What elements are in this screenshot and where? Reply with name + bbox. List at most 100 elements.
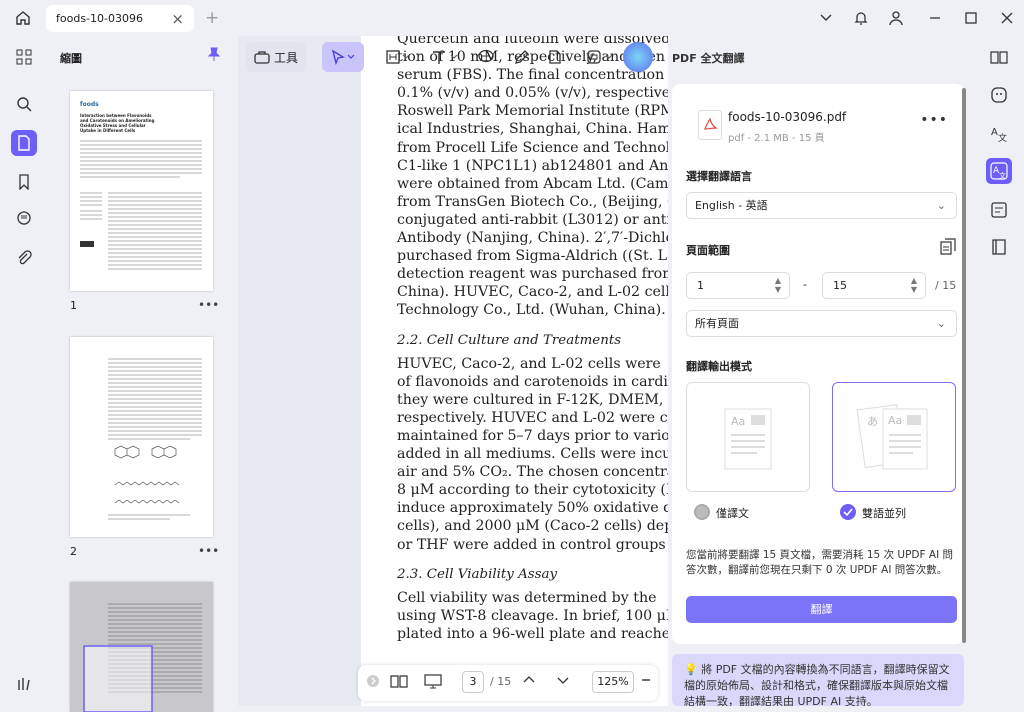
document-view[interactable]: Quercetin and luteolin were dissolved in…: [238, 36, 668, 706]
close-window-icon[interactable]: [997, 8, 1017, 28]
page-scope-select[interactable]: 所有頁面 ⌄: [686, 310, 957, 337]
new-tab-icon[interactable]: +: [205, 8, 219, 28]
close-tab-icon[interactable]: ×: [171, 10, 184, 28]
cursor-icon: [331, 49, 355, 65]
text-line: from TransGen Biotech Co., (Beijing, Chi…: [397, 193, 668, 210]
comment-tool-icon[interactable]: [474, 42, 498, 72]
thumbnail-more-icon[interactable]: •••: [198, 544, 219, 558]
minimize-icon[interactable]: [925, 8, 945, 28]
bilingual-radio[interactable]: [840, 504, 856, 520]
pen-icon[interactable]: [510, 42, 534, 72]
page-tool-icon[interactable]: [543, 42, 567, 72]
bell-icon[interactable]: [851, 8, 871, 28]
translated-only-radio[interactable]: [694, 504, 710, 520]
text-line: plated into a 96-well plate and reached …: [397, 625, 668, 642]
pages-icon[interactable]: [11, 130, 37, 156]
thumbnail-page-number: 2: [70, 545, 77, 558]
previous-page-icon[interactable]: [522, 673, 536, 687]
stepper-icon[interactable]: ▲ ▼: [911, 276, 917, 294]
file-name: foods-10-03096.pdf: [728, 110, 847, 124]
pin-icon[interactable]: [208, 47, 220, 61]
next-page-icon[interactable]: [556, 673, 570, 687]
text-line: maintained for 5–7 days prior to various: [397, 427, 668, 444]
tools-button[interactable]: 工具: [246, 42, 306, 72]
pdf-page: Quercetin and luteolin were dissolved in…: [361, 36, 668, 706]
search-icon[interactable]: [13, 93, 35, 115]
svg-text:文: 文: [999, 171, 1006, 180]
single-page-illustration: Aa: [724, 408, 772, 470]
text-line: Antibody (Nanjing, China). 2′,7′-Dichlor…: [397, 230, 668, 247]
language-label: 選擇翻譯語言: [686, 170, 752, 183]
summarize-icon[interactable]: [988, 199, 1010, 221]
stamp-icon[interactable]: [583, 42, 619, 72]
chevron-down-icon: ⌄: [936, 199, 946, 212]
range-from-input[interactable]: 1 ▲ ▼: [686, 272, 790, 299]
text-icon[interactable]: [428, 42, 462, 72]
translate-button[interactable]: 翻譯: [686, 596, 957, 623]
range-total: / 15: [935, 279, 957, 292]
comment-icon[interactable]: [13, 208, 35, 230]
language-select[interactable]: English - 英語 ⌄: [686, 192, 957, 219]
text-line: of flavonoids and carotenoids in cardiov: [397, 373, 668, 390]
tools-label: 工具: [273, 50, 298, 65]
presentation-icon[interactable]: [424, 673, 442, 689]
collapse-icon[interactable]: [366, 674, 380, 688]
panel-title: PDF 全文翻譯: [672, 52, 745, 65]
bilingual-mode-card[interactable]: あ Aa: [832, 382, 956, 492]
maximize-icon[interactable]: [961, 8, 981, 28]
range-from-value: 1: [697, 279, 704, 292]
home-icon[interactable]: [12, 7, 34, 29]
quota-notice: 您當前將要翻譯 15 頁文檔，需要消耗 15 次 UPDF AI 問答次數，翻譯…: [686, 549, 954, 576]
page-navigation-bar: 3 / 15 125%: [358, 665, 658, 701]
page-range-icon[interactable]: [940, 238, 956, 256]
stepper-icon[interactable]: ▲ ▼: [775, 276, 781, 294]
book-icon[interactable]: [988, 236, 1010, 258]
title-bar: foods-10-03096 × +: [0, 0, 1024, 36]
reading-mode-icon[interactable]: [390, 673, 408, 689]
thumbnail-more-icon[interactable]: •••: [198, 298, 219, 312]
translate-text-icon[interactable]: A文: [988, 122, 1010, 144]
panel-scrollbar[interactable]: [962, 88, 966, 643]
book-ai-icon[interactable]: [988, 46, 1010, 68]
paper-title: Interaction between Flavonoids and Carot…: [80, 113, 155, 133]
svg-text:Aa: Aa: [731, 415, 745, 428]
bookmark-icon[interactable]: [13, 171, 35, 193]
attachment-icon[interactable]: [13, 247, 35, 269]
chevron-down-icon[interactable]: [816, 8, 836, 28]
text-line: or THF were added in control groups in c: [397, 536, 668, 553]
select-tool-button[interactable]: [322, 42, 364, 72]
more-options-icon[interactable]: •••: [920, 112, 948, 128]
pdf-file-icon: [698, 110, 722, 140]
user-icon[interactable]: [886, 8, 906, 28]
text-line: China). HUVEC, Caco-2, and L-02 cell lin: [397, 284, 668, 301]
translated-only-label: 僅譯文: [716, 507, 749, 520]
document-tab[interactable]: foods-10-03096 ×: [46, 5, 194, 32]
check-icon: [843, 508, 853, 517]
current-page-input[interactable]: 3: [462, 671, 484, 693]
page-2-content: [108, 358, 202, 520]
page-thumbnail-3[interactable]: [70, 582, 213, 712]
svg-text:あ: あ: [867, 415, 878, 428]
right-rail: A文 A文: [972, 36, 1024, 706]
range-to-input[interactable]: 15 ▲ ▼: [822, 272, 926, 299]
zoom-level[interactable]: 125%: [592, 671, 634, 693]
dual-page-illustration: あ Aa: [856, 403, 928, 470]
layers-icon[interactable]: [13, 673, 35, 695]
text-line: conjugated anti-rabbit (L3012) or anti-m: [397, 211, 668, 228]
ai-assistant-icon[interactable]: [623, 42, 653, 72]
translate-pdf-icon[interactable]: A文: [986, 158, 1012, 184]
translated-only-mode-card[interactable]: Aa: [686, 382, 810, 492]
edit-text-box-icon[interactable]: [383, 42, 413, 72]
zoom-out-icon[interactable]: [641, 673, 651, 687]
total-pages: / 15: [490, 675, 512, 688]
page-scope-value: 所有頁面: [695, 317, 739, 330]
thumbnails-grid-icon[interactable]: [13, 46, 35, 68]
ai-chat-icon[interactable]: [988, 84, 1010, 106]
page-thumbnail-1[interactable]: foods Interaction between Flavonoids and…: [70, 91, 213, 291]
text-line: 8 μM according to their cytotoxicity (Fi…: [397, 482, 668, 499]
text-line: from Procell Life Science and Technology: [397, 139, 668, 156]
thumbnail-panel: 縮圖 foods Interaction between Flavonoids …: [48, 36, 238, 712]
range-to-value: 15: [833, 279, 847, 292]
page-thumbnail-2[interactable]: [70, 337, 213, 537]
thumbnail-header: 縮圖: [60, 52, 82, 65]
